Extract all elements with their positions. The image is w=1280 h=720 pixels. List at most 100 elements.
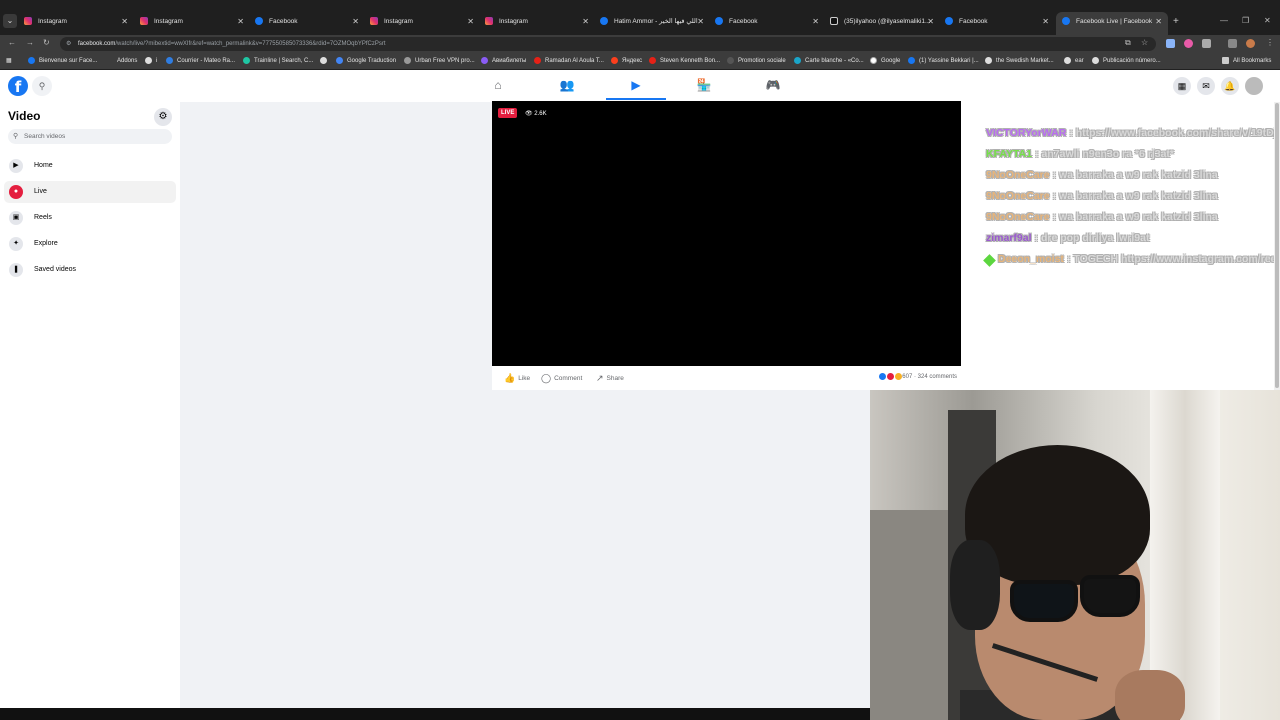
- close-tab-icon[interactable]: ✕: [1155, 12, 1162, 32]
- tab-facebook-1[interactable]: Facebook ✕: [255, 13, 359, 31]
- bookmark-item[interactable]: Google: [870, 56, 900, 67]
- comment-button[interactable]: ◯ Comment: [541, 373, 582, 384]
- reload-icon[interactable]: ↻: [43, 38, 50, 47]
- close-tab-icon[interactable]: ✕: [352, 13, 359, 31]
- tab-hatim-ammor[interactable]: Hatim Ammor - اللي فيها الخير ✕: [600, 13, 704, 31]
- address-bar[interactable]: ⚙ facebook.com/watch/live/?mibextid=wwXI…: [60, 37, 1156, 51]
- profile-avatar-icon[interactable]: [1246, 39, 1255, 48]
- site-info-icon[interactable]: ⚙: [66, 37, 71, 51]
- browser-toolbar: ← → ↻ ⚙ facebook.com/watch/live/?mibexti…: [0, 35, 1280, 53]
- tab-tiktok[interactable]: (35)ilyahoo (@ilyaselmaliki1... ✕: [830, 13, 934, 31]
- bookmark-item[interactable]: the Swedish Market...: [985, 56, 1054, 67]
- bookmark-item[interactable]: Publicación número...: [1092, 56, 1161, 67]
- bookmark-item[interactable]: [320, 56, 331, 67]
- settings-gear-icon[interactable]: ⚙: [154, 108, 172, 126]
- sidebar-item-home[interactable]: ▶ Home: [4, 155, 176, 177]
- tab-facebook-live[interactable]: Facebook Live | Facebook ✕: [1056, 12, 1168, 35]
- sidebar-item-live[interactable]: ● Live: [4, 181, 176, 203]
- facebook-logo-icon[interactable]: f: [8, 76, 28, 96]
- site-icon: [794, 56, 801, 64]
- bookmark-item[interactable]: Steven Kenneth Bon...: [649, 56, 720, 67]
- sidebar-item-saved[interactable]: ❚ Saved videos: [4, 259, 176, 281]
- nav-friends-icon[interactable]: 👥: [537, 70, 597, 100]
- menu-grid-icon[interactable]: ▦: [1173, 77, 1191, 95]
- bookmark-item[interactable]: Courrier - Mateo Ra...: [166, 56, 235, 67]
- bookmark-item[interactable]: Trainline | Search, C...: [243, 56, 313, 67]
- tab-instagram-3[interactable]: Instagram ✕: [370, 13, 474, 31]
- messenger-icon[interactable]: ✉: [1197, 77, 1215, 95]
- tab-facebook-3[interactable]: Facebook ✕: [945, 13, 1049, 31]
- sidebar-item-label: Explore: [34, 240, 58, 247]
- share-button[interactable]: ↗ Share: [596, 373, 624, 384]
- restore-icon[interactable]: ❐: [1242, 16, 1249, 25]
- facebook-icon: [945, 17, 953, 26]
- share-icon: ↗: [596, 373, 604, 383]
- bookmark-item[interactable]: Ramadan Al Aoula T...: [534, 56, 604, 67]
- bookmark-star-icon[interactable]: ☆: [1141, 38, 1148, 47]
- search-icon[interactable]: ⚲: [32, 76, 52, 96]
- globe-icon: [145, 56, 152, 64]
- bookmark-item[interactable]: Google Traduction: [336, 56, 396, 67]
- window-close-icon[interactable]: ✕: [1264, 16, 1271, 25]
- close-tab-icon[interactable]: ✕: [582, 13, 589, 31]
- instagram-icon: [370, 17, 378, 26]
- sidebar-item-reels[interactable]: ▣ Reels: [4, 207, 176, 229]
- all-bookmarks-folder[interactable]: All Bookmarks: [1222, 56, 1271, 67]
- comments-count[interactable]: 324 comments: [918, 374, 957, 380]
- apps-grid-icon[interactable]: ▦: [6, 56, 12, 67]
- bookmark-item[interactable]: Яндекс: [611, 56, 642, 67]
- nav-video-icon[interactable]: ▶: [606, 70, 666, 100]
- page-scrollbar-thumb[interactable]: [1275, 103, 1279, 388]
- minimize-icon[interactable]: —: [1220, 16, 1228, 25]
- nav-marketplace-icon[interactable]: 🏪: [674, 70, 734, 100]
- notifications-bell-icon[interactable]: 🔔: [1221, 77, 1239, 95]
- bookmark-item[interactable]: Urban Free VPN pro...: [404, 56, 475, 67]
- bookmark-icon: ❚: [9, 263, 23, 277]
- new-tab-icon[interactable]: +: [1173, 16, 1179, 27]
- extension-icon[interactable]: [1184, 39, 1193, 48]
- extensions-puzzle-icon[interactable]: [1202, 39, 1211, 48]
- tab-facebook-2[interactable]: Facebook ✕: [715, 13, 819, 31]
- tab-instagram-2[interactable]: Instagram ✕: [140, 13, 244, 31]
- sidebar-item-explore[interactable]: ✦ Explore: [4, 233, 176, 255]
- reading-list-icon[interactable]: [1228, 39, 1237, 48]
- close-tab-icon[interactable]: ✕: [237, 13, 244, 31]
- close-tab-icon[interactable]: ✕: [812, 13, 819, 31]
- like-button[interactable]: 👍 Like: [504, 373, 530, 384]
- bookmark-item[interactable]: Bienvenue sur Face...: [28, 56, 97, 67]
- search-videos-input[interactable]: ⚲ Search videos: [8, 129, 172, 144]
- close-tab-icon[interactable]: ✕: [927, 13, 934, 31]
- forward-icon[interactable]: →: [26, 38, 34, 47]
- close-tab-icon[interactable]: ✕: [1042, 13, 1049, 31]
- tab-instagram-4[interactable]: Instagram ✕: [485, 13, 589, 31]
- live-video-player[interactable]: LIVE 👁 2.6K: [492, 101, 961, 366]
- bookmark-item[interactable]: Addons: [117, 56, 137, 67]
- close-tab-icon[interactable]: ✕: [467, 13, 474, 31]
- install-app-icon[interactable]: ⧉: [1125, 38, 1131, 48]
- bookmark-item[interactable]: Carte blanche - «Co...: [794, 56, 864, 67]
- os-taskbar: [0, 708, 870, 720]
- bookmark-item[interactable]: Promotion sociale: [727, 56, 786, 67]
- reactions-summary[interactable]: 607 · 324 comments: [879, 373, 957, 380]
- nav-gaming-icon[interactable]: 🎮: [743, 70, 803, 100]
- account-avatar-icon[interactable]: [1245, 77, 1263, 95]
- tab-instagram-1[interactable]: Instagram ✕: [24, 13, 128, 31]
- tab-search-button[interactable]: ⌄: [3, 14, 17, 28]
- url-path: /watch/live/?mibextid=wwXIfr&ref=watch_p…: [115, 41, 386, 47]
- bookmark-item[interactable]: Авиабилеты: [481, 56, 526, 67]
- bookmark-item[interactable]: ear: [1064, 56, 1084, 67]
- browser-menu-icon[interactable]: ⋮: [1266, 38, 1274, 47]
- back-icon[interactable]: ←: [8, 38, 16, 47]
- bookmark-item[interactable]: (1) Yassine Bekkari |...: [908, 56, 979, 67]
- webcam-background: [870, 510, 950, 720]
- close-tab-icon[interactable]: ✕: [121, 13, 128, 31]
- instagram-icon: [140, 17, 148, 26]
- nav-home-icon[interactable]: ⌂: [468, 70, 528, 100]
- facebook-icon: [908, 56, 915, 64]
- facebook-icon: [715, 17, 723, 26]
- close-tab-icon[interactable]: ✕: [697, 13, 704, 31]
- facebook-icon: [1062, 17, 1070, 26]
- extension-icon[interactable]: [1166, 39, 1175, 48]
- bookmark-item[interactable]: i: [145, 56, 157, 67]
- tab-label: Instagram: [154, 18, 183, 25]
